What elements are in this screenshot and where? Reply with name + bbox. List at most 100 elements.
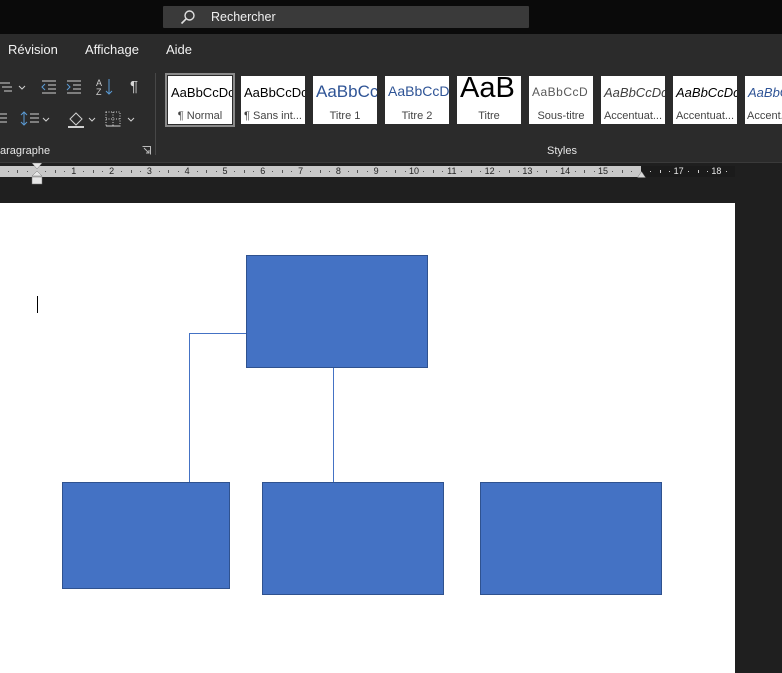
ruler-tick [45, 171, 47, 172]
group-separator [155, 73, 156, 155]
increase-indent-icon[interactable] [65, 79, 83, 95]
pilcrow-icon[interactable]: ¶ [130, 79, 138, 95]
ruler-tick [64, 171, 66, 172]
search-box[interactable]: Rechercher [163, 6, 529, 28]
ruler-tick [697, 170, 699, 173]
ruler-tick [423, 171, 425, 172]
style-preview: AaBbCcDc [676, 85, 737, 100]
ruler-tick [659, 170, 661, 173]
style-name: Titre [478, 110, 500, 122]
style-name: ¶ Normal [177, 110, 223, 122]
style-name: Accent... [747, 110, 782, 122]
sort-icon[interactable]: A Z [95, 77, 115, 97]
ruler-number: 3 [146, 166, 152, 176]
ruler-tick [442, 171, 444, 172]
ruler-tick [234, 171, 236, 172]
style-name: Titre 1 [329, 110, 361, 122]
ruler-tick [83, 171, 85, 172]
ruler-tick [366, 171, 368, 172]
ruler-tick [612, 171, 614, 172]
menu-affichage[interactable]: Affichage [85, 42, 139, 57]
ruler-tick [650, 171, 652, 172]
style-preview: AaBbCcDc [244, 85, 305, 100]
ruler-tick [121, 171, 123, 172]
ruler-number: 2 [109, 166, 115, 176]
decrease-indent-icon[interactable] [40, 79, 58, 95]
line-spacing-icon[interactable] [20, 110, 50, 128]
ruler-tick [54, 170, 56, 173]
ruler-tick [631, 171, 633, 172]
ruler-tick [706, 171, 708, 172]
page-gutter [735, 203, 782, 673]
ruler-tick [158, 171, 160, 172]
style-accentuation-legere[interactable]: AaBbCcDc Accentuat... [601, 76, 665, 124]
multilevel-list-icon[interactable] [0, 79, 26, 95]
ruler-number: 6 [260, 166, 266, 176]
ruler-number: 4 [184, 166, 190, 176]
ruler-number: 13 [522, 166, 533, 176]
style-normal[interactable]: AaBbCcDc ¶ Normal [165, 73, 235, 127]
ruler-number: 7 [298, 166, 304, 176]
ruler-tick [357, 170, 359, 173]
shape-bottom-right-box[interactable] [480, 482, 662, 595]
shading-icon[interactable] [66, 109, 98, 129]
connector-line[interactable] [189, 333, 190, 483]
ruler-tick [102, 171, 104, 172]
borders-icon[interactable] [105, 110, 137, 128]
ruler-tick [669, 171, 671, 172]
style-sous-titre[interactable]: AaBbCcD Sous-titre [529, 76, 593, 124]
ruler-tick [253, 171, 255, 172]
title-bar: Rechercher [0, 0, 782, 34]
ruler-tick [480, 171, 482, 172]
ruler-tick [555, 171, 557, 172]
horizontal-ruler[interactable]: 1 2 3 4 5 6 7 8 9 10 11 12 13 14 15 17 18 [0, 166, 735, 177]
style-titre-1[interactable]: AaBbCc Titre 1 [313, 76, 377, 124]
justify-icon[interactable] [0, 111, 8, 127]
menu-bar: Révision Affichage Aide [0, 34, 782, 65]
connector-line[interactable] [333, 367, 334, 483]
ruler-tick [385, 171, 387, 172]
style-preview: AaBbCcDc [748, 85, 782, 100]
style-name: ¶ Sans int... [244, 110, 302, 122]
indent-marker-icon[interactable] [31, 163, 43, 185]
menu-revision[interactable]: Révision [8, 42, 58, 57]
ruler-number: 5 [222, 166, 228, 176]
ruler-tick [432, 170, 434, 173]
ruler-number: 18 [711, 166, 722, 176]
ruler-tick [574, 171, 576, 172]
ruler-tick [92, 170, 94, 173]
ruler-tick [593, 171, 595, 172]
ruler-tick [688, 171, 690, 172]
style-sans-interligne[interactable]: AaBbCcDc ¶ Sans int... [241, 76, 305, 124]
ruler-tick [499, 171, 501, 172]
style-accentuation[interactable]: AaBbCcDc Accentuat... [673, 76, 737, 124]
ruler-number: 12 [484, 166, 495, 176]
search-placeholder: Rechercher [211, 10, 276, 24]
ruler-tick [272, 171, 274, 172]
ribbon: A Z ¶ aragraphe AaBbCcDc ¶ Normal AaBbCc… [0, 65, 782, 163]
dialog-launcher-icon[interactable] [142, 146, 151, 155]
ruler-tick [395, 170, 397, 173]
shape-top-box[interactable] [246, 255, 428, 368]
search-icon [180, 10, 195, 25]
svg-text:Z: Z [96, 87, 102, 97]
ruler-tick [7, 171, 9, 172]
ruler-number: 1 [71, 166, 77, 176]
ruler-tick [621, 170, 623, 173]
ruler-number: 10 [408, 166, 420, 176]
ruler-tick [328, 171, 330, 172]
style-accentuation-intense[interactable]: AaBbCcDc Accent... [745, 76, 782, 124]
ruler-tick [168, 170, 170, 173]
ruler-tick [470, 170, 472, 173]
ruler-number: 17 [673, 166, 684, 176]
shape-bottom-left-box[interactable] [62, 482, 230, 589]
menu-aide[interactable]: Aide [166, 42, 192, 57]
style-titre[interactable]: AaB Titre [457, 76, 521, 124]
connector-line[interactable] [189, 333, 247, 334]
style-preview: AaBbCcDc [171, 85, 232, 100]
ruler-number: 11 [447, 166, 457, 176]
shape-bottom-middle-box[interactable] [262, 482, 444, 595]
style-preview: AaBbCcD [388, 83, 449, 99]
right-indent-marker-icon[interactable] [637, 170, 646, 178]
style-titre-2[interactable]: AaBbCcD Titre 2 [385, 76, 449, 124]
